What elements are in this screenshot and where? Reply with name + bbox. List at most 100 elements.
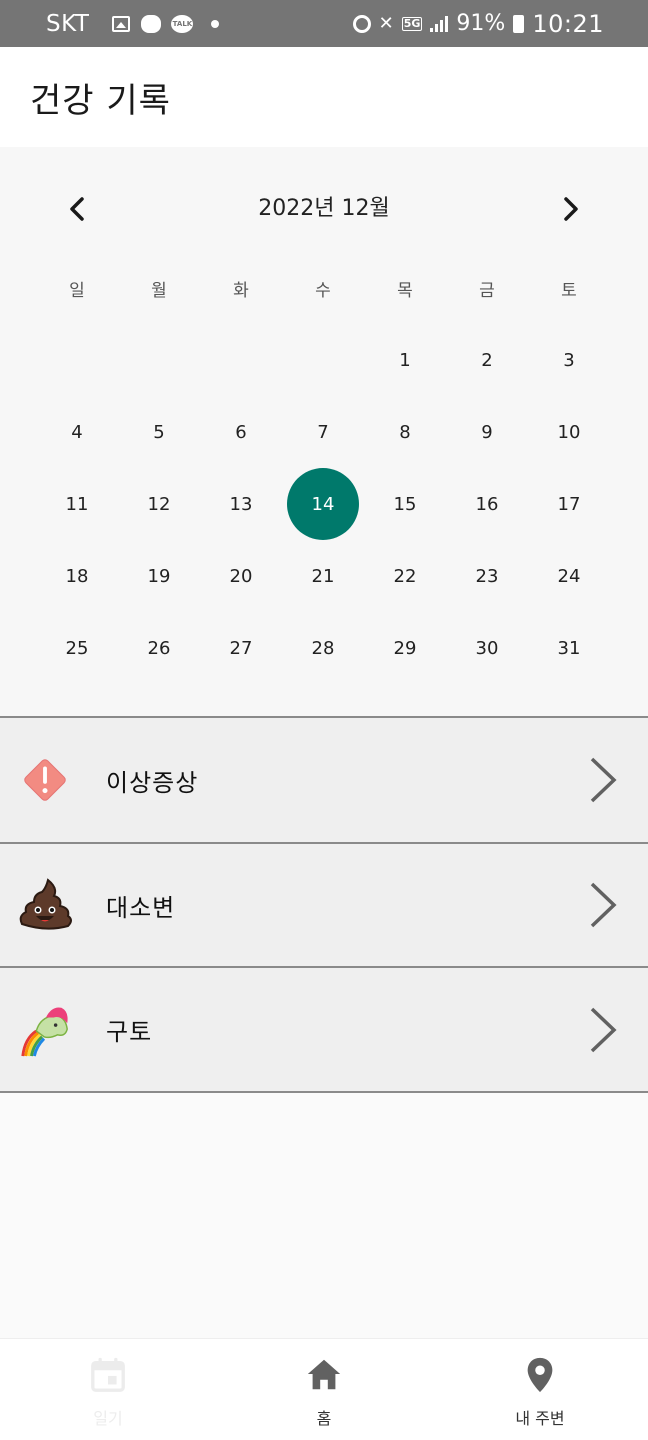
menu-item-label: 대소변 <box>106 893 176 922</box>
calendar-day[interactable]: 22 <box>364 540 446 612</box>
calendar: 2022년 12월 일월화수목금토 1 2 3 4 5 6 7 8 9 10 11 12 13 14 15 1… <box>0 147 648 717</box>
battery-percent: 91% <box>456 11 506 36</box>
day-number: 17 <box>557 493 581 515</box>
carrier-label: SKT <box>46 10 90 37</box>
kakaotalk-icon: TALK <box>171 14 194 33</box>
health-menu-list: 이상증상 대소변 구토 <box>0 716 648 1093</box>
calendar-day[interactable]: 5 <box>118 396 200 468</box>
app-bar: 건강 기록 <box>0 47 648 147</box>
calendar-day[interactable]: 30 <box>446 612 528 684</box>
calendar-day[interactable]: 12 <box>118 468 200 540</box>
next-month-button[interactable] <box>547 185 595 233</box>
nav-label: 홈 <box>316 1409 332 1428</box>
calendar-day[interactable]: 19 <box>118 540 200 612</box>
day-number: 12 <box>147 493 171 515</box>
day-number: 18 <box>65 565 89 587</box>
signal-icon <box>430 15 449 32</box>
calendar-day[interactable]: 6 <box>200 396 282 468</box>
nav-item-diary[interactable]: 일기 <box>0 1339 216 1440</box>
day-number: 4 <box>71 421 83 443</box>
gallery-icon <box>111 15 131 33</box>
weekday-label: 화 <box>233 281 249 301</box>
location-pin-icon <box>520 1355 560 1395</box>
day-number: 25 <box>65 637 89 659</box>
calendar-day[interactable]: 3 <box>528 324 610 396</box>
calendar-day[interactable]: 15 <box>364 468 446 540</box>
day-number: 16 <box>475 493 499 515</box>
weekday-label: 토 <box>561 281 577 301</box>
calendar-day[interactable]: 4 <box>36 396 118 468</box>
day-number: 3 <box>563 349 575 371</box>
calendar-day[interactable]: 23 <box>446 540 528 612</box>
calendar-day[interactable]: 8 <box>364 396 446 468</box>
weekday-label: 목 <box>397 281 413 301</box>
calendar-day[interactable]: 25 <box>36 612 118 684</box>
nav-item-nearby[interactable]: 내 주변 <box>432 1339 648 1440</box>
calendar-day[interactable]: 10 <box>528 396 610 468</box>
chevron-right-icon <box>564 197 578 221</box>
menu-item-label: 구토 <box>106 1018 153 1046</box>
day-number: 7 <box>317 421 329 443</box>
calendar-day[interactable]: 24 <box>528 540 610 612</box>
alarm-icon <box>352 14 371 33</box>
game-icon <box>141 14 162 33</box>
menu-item-vomit[interactable]: 구토 <box>0 966 648 1093</box>
calendar-day[interactable]: 18 <box>36 540 118 612</box>
weekday-label: 수 <box>315 281 331 301</box>
notification-dot-icon <box>211 19 220 28</box>
5g-icon: 5G <box>401 16 423 31</box>
day-number: 26 <box>147 637 171 659</box>
calendar-day[interactable]: 7 <box>282 396 364 468</box>
day-number: 20 <box>229 565 253 587</box>
calendar-day[interactable]: 11 <box>36 468 118 540</box>
menu-item-excretion[interactable]: 대소변 <box>0 842 648 966</box>
chevron-right-icon <box>590 882 617 928</box>
menu-item-symptoms[interactable]: 이상증상 <box>0 716 648 842</box>
day-number: 11 <box>65 493 89 515</box>
bottom-navigation: 일기 홈 내 주변 <box>0 1338 648 1440</box>
empty-day-cell <box>200 324 282 396</box>
day-number: 6 <box>235 421 247 443</box>
nav-item-home[interactable]: 홈 <box>216 1339 432 1440</box>
day-number: 28 <box>311 637 335 659</box>
empty-day-cell <box>118 324 200 396</box>
calendar-day[interactable]: 29 <box>364 612 446 684</box>
day-number: 19 <box>147 565 171 587</box>
day-number: 14 <box>287 468 359 540</box>
day-grid: 1 2 3 4 5 6 7 8 9 10 11 12 13 14 15 16 17 18 19 20 21 22 23 24 2… <box>36 324 612 684</box>
battery-charging-icon <box>513 14 525 33</box>
calendar-day[interactable]: 26 <box>118 612 200 684</box>
calendar-day[interactable]: 28 <box>282 612 364 684</box>
calendar-day[interactable]: 16 <box>446 468 528 540</box>
day-number: 23 <box>475 565 499 587</box>
chevron-right-icon <box>590 1007 617 1052</box>
poop-emoji-icon <box>16 876 74 934</box>
nav-label: 내 주변 <box>515 1409 565 1428</box>
calendar-day[interactable]: 20 <box>200 540 282 612</box>
day-number: 21 <box>311 565 335 587</box>
menu-item-label: 이상증상 <box>106 768 199 797</box>
calendar-day[interactable]: 13 <box>200 468 282 540</box>
day-number: 8 <box>399 421 411 443</box>
calendar-day[interactable]: 21 <box>282 540 364 612</box>
calendar-day[interactable]: 1 <box>364 324 446 396</box>
day-number: 30 <box>475 637 499 659</box>
calendar-day[interactable]: 2 <box>446 324 528 396</box>
status-right: ✕ 5G 91% 10:21 <box>352 10 604 38</box>
weekday-label: 일 <box>69 281 85 301</box>
day-number: 31 <box>557 637 581 659</box>
day-number: 1 <box>399 349 411 371</box>
status-left: SKT TALK <box>46 10 220 37</box>
calendar-day[interactable]: 9 <box>446 396 528 468</box>
day-number: 27 <box>229 637 253 659</box>
calendar-day[interactable]: 17 <box>528 468 610 540</box>
day-number: 22 <box>393 565 417 587</box>
empty-day-cell <box>282 324 364 396</box>
chevron-right-icon <box>590 757 617 803</box>
selected-day[interactable]: 14 <box>282 468 364 540</box>
mute-icon: ✕ <box>378 13 394 34</box>
day-number: 2 <box>481 349 493 371</box>
day-number: 15 <box>393 493 417 515</box>
calendar-day[interactable]: 31 <box>528 612 610 684</box>
calendar-day[interactable]: 27 <box>200 612 282 684</box>
